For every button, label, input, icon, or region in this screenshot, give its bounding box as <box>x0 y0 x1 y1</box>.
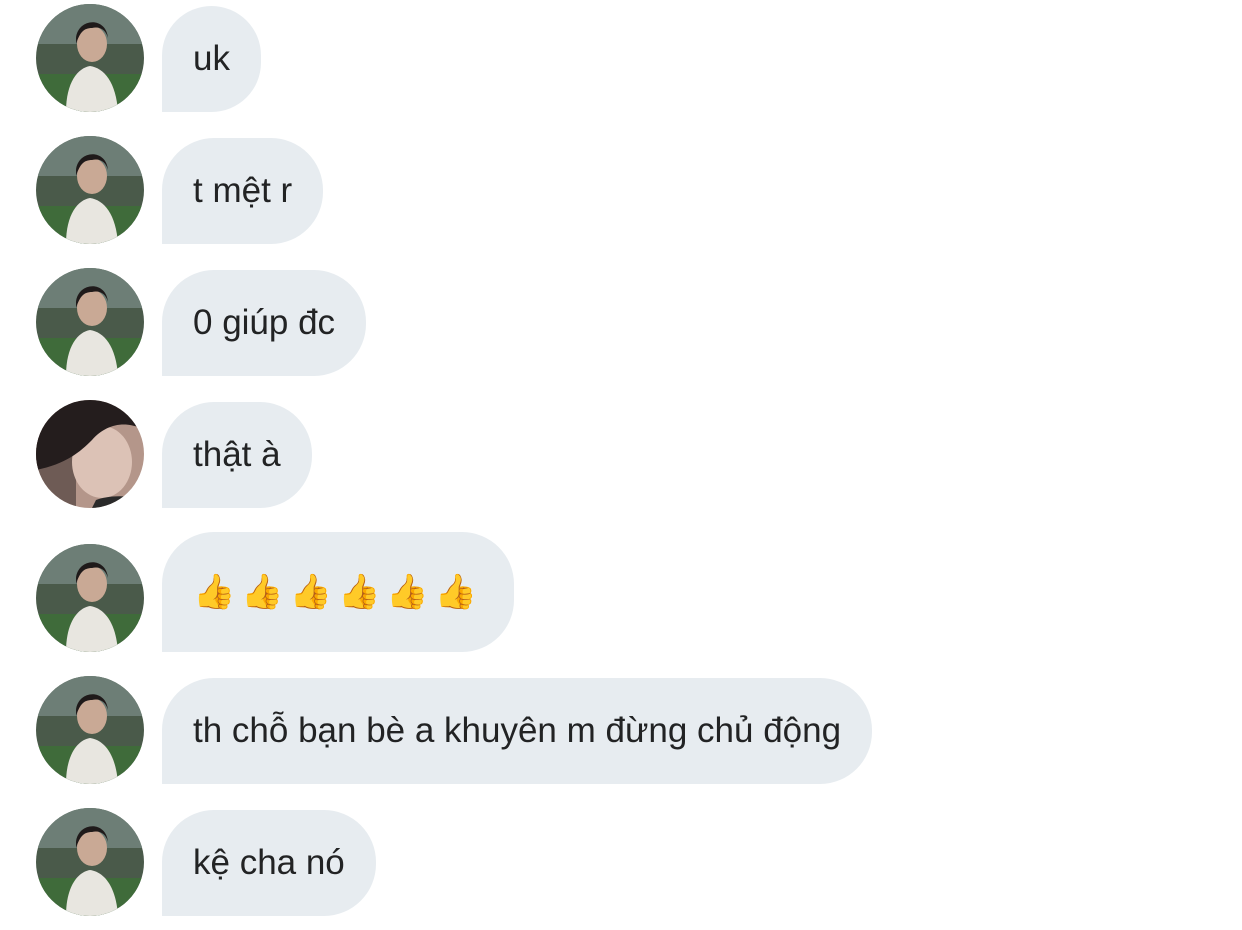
message-bubble[interactable]: 0 giúp đc <box>162 270 367 376</box>
message-text: kệ cha nó <box>193 843 345 882</box>
landscape-avatar-icon <box>36 136 144 244</box>
avatar[interactable] <box>36 544 144 652</box>
message-bubble[interactable]: th chỗ bạn bè a khuyên m đừng chủ động <box>162 678 873 784</box>
message-text: thật à <box>193 435 281 474</box>
message-bubble[interactable]: t mệt r <box>162 138 324 244</box>
message-row: thật à <box>0 400 1242 508</box>
message-text: uk <box>193 39 230 78</box>
landscape-avatar-icon <box>36 544 144 652</box>
message-row: 👍👍👍👍👍👍 <box>0 532 1242 652</box>
avatar[interactable] <box>36 268 144 376</box>
avatar[interactable] <box>36 136 144 244</box>
message-row: kệ cha nó <box>0 808 1242 916</box>
message-text: 0 giúp đc <box>193 303 336 342</box>
avatar[interactable] <box>36 4 144 112</box>
thumbs-up-icon: 👍👍👍👍👍👍 <box>193 572 484 612</box>
message-bubble[interactable]: kệ cha nó <box>162 810 376 916</box>
avatar[interactable] <box>36 676 144 784</box>
message-thread: uk t mệt r 0 giúp đc thật à 👍👍👍👍👍👍 th ch… <box>0 0 1242 930</box>
message-bubble[interactable]: thật à <box>162 402 312 508</box>
message-text: t mệt r <box>193 171 293 210</box>
landscape-avatar-icon <box>36 676 144 784</box>
message-row: th chỗ bạn bè a khuyên m đừng chủ động <box>0 676 1242 784</box>
avatar[interactable] <box>36 400 144 508</box>
portrait-avatar-icon <box>36 400 144 508</box>
landscape-avatar-icon <box>36 268 144 376</box>
message-row: uk <box>0 4 1242 112</box>
landscape-avatar-icon <box>36 4 144 112</box>
message-row: 0 giúp đc <box>0 268 1242 376</box>
message-bubble[interactable]: uk <box>162 6 261 112</box>
landscape-avatar-icon <box>36 808 144 916</box>
message-text: th chỗ bạn bè a khuyên m đừng chủ động <box>193 711 842 750</box>
avatar[interactable] <box>36 808 144 916</box>
message-row: t mệt r <box>0 136 1242 244</box>
message-bubble[interactable]: 👍👍👍👍👍👍 <box>162 532 515 652</box>
